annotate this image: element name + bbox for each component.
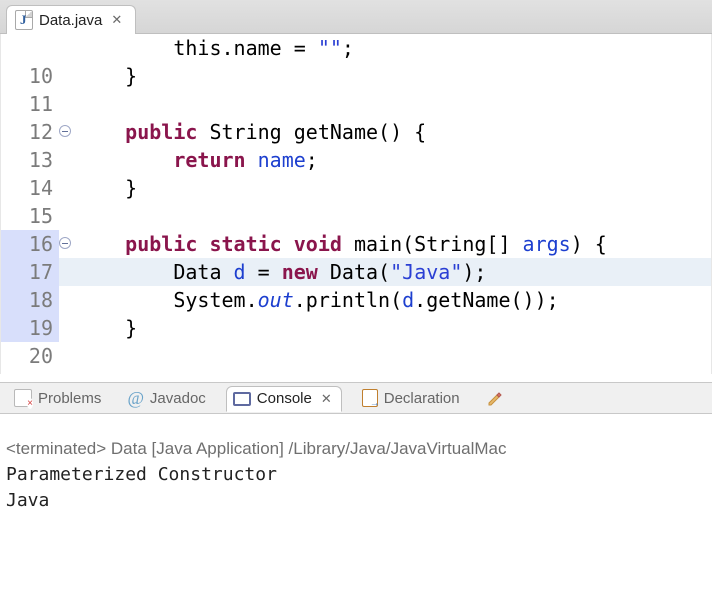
code-text[interactable] [77,342,711,370]
fold-gutter [59,286,77,314]
problems-icon [14,389,32,407]
code-line[interactable]: 20 [1,342,711,370]
bottom-view-tab-bar: Problems @ Javadoc Console ✕ Declaration [0,382,712,414]
code-line[interactable]: 18 System.out.println(d.getName()); [1,286,711,314]
tab-console-label: Console [257,390,312,407]
fold-gutter [59,174,77,202]
console-output-line: Java [6,488,706,514]
code-text[interactable]: } [77,62,711,90]
code-text[interactable]: Data d = new Data("Java"); [77,258,711,286]
close-icon[interactable]: ✕ [108,11,125,29]
code-text[interactable]: } [77,174,711,202]
toolbar-overflow[interactable] [480,386,510,410]
fold-gutter [59,34,77,62]
console-view[interactable]: <terminated> Data [Java Application] /Li… [0,414,712,600]
fold-gutter [59,202,77,230]
code-line[interactable]: this.name = ""; [1,34,711,62]
code-line[interactable]: 14 } [1,174,711,202]
line-number [1,34,59,62]
code-line[interactable]: 17 Data d = new Data("Java"); [1,258,711,286]
line-number: 20 [1,342,59,370]
code-text[interactable] [77,90,711,118]
fold-gutter [59,62,77,90]
tab-console[interactable]: Console ✕ [226,386,342,412]
fold-toggle-icon[interactable] [59,125,71,137]
code-text[interactable]: this.name = ""; [77,34,711,62]
fold-gutter[interactable] [59,230,77,258]
declaration-icon [362,389,378,407]
fold-toggle-icon[interactable] [59,237,71,249]
fold-gutter [59,314,77,342]
code-line[interactable]: 19 } [1,314,711,342]
code-text[interactable] [77,202,711,230]
code-editor[interactable]: this.name = "";10 }1112 public String ge… [0,34,712,374]
close-icon[interactable]: ✕ [318,390,335,408]
code-line[interactable]: 11 [1,90,711,118]
editor-tab-bar: Data.java ✕ [0,0,712,34]
fold-gutter [59,90,77,118]
tab-problems-label: Problems [38,390,101,407]
fold-gutter[interactable] [59,118,77,146]
tab-problems[interactable]: Problems [8,386,107,410]
line-number: 16 [1,230,59,258]
line-number: 19 [1,314,59,342]
tab-javadoc-label: Javadoc [150,390,206,407]
fold-gutter [59,342,77,370]
code-text[interactable]: public String getName() { [77,118,711,146]
pen-icon [486,389,504,407]
code-text[interactable]: } [77,314,711,342]
line-number: 10 [1,62,59,90]
code-line[interactable]: 15 [1,202,711,230]
console-icon [233,392,251,406]
fold-gutter [59,258,77,286]
editor-tab-title: Data.java [39,12,102,29]
editor-tab-data-java[interactable]: Data.java ✕ [6,5,136,34]
tab-declaration-label: Declaration [384,390,460,407]
code-line[interactable]: 16 public static void main(String[] args… [1,230,711,258]
line-number: 13 [1,146,59,174]
fold-gutter [59,146,77,174]
line-number: 14 [1,174,59,202]
tab-declaration[interactable]: Declaration [356,386,466,410]
line-number: 15 [1,202,59,230]
java-file-icon [15,10,33,30]
tab-javadoc[interactable]: @ Javadoc [121,386,211,410]
javadoc-icon: @ [127,389,144,407]
console-output-line: Parameterized Constructor [6,462,706,488]
code-text[interactable]: return name; [77,146,711,174]
code-text[interactable]: System.out.println(d.getName()); [77,286,711,314]
code-line[interactable]: 13 return name; [1,146,711,174]
line-number: 11 [1,90,59,118]
line-number: 18 [1,286,59,314]
code-text[interactable]: public static void main(String[] args) { [77,230,711,258]
code-line[interactable]: 12 public String getName() { [1,118,711,146]
console-status: <terminated> Data [Java Application] /Li… [6,436,706,462]
code-line[interactable]: 10 } [1,62,711,90]
line-number: 12 [1,118,59,146]
line-number: 17 [1,258,59,286]
